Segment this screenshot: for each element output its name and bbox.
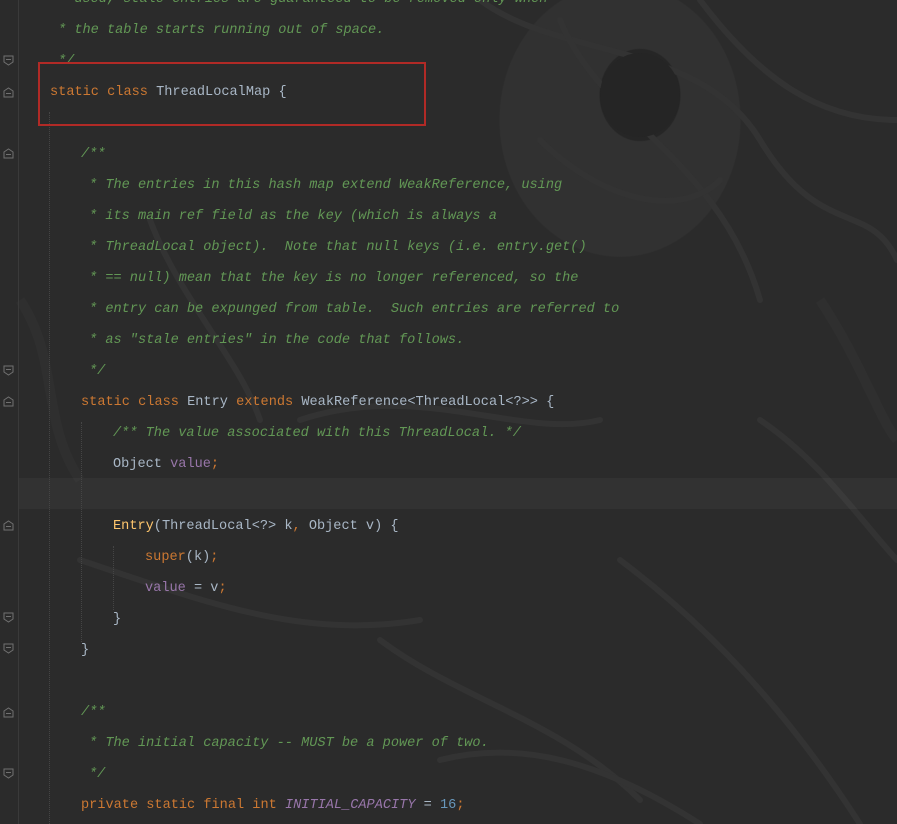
code-line-comment[interactable]: * its main ref field as the key (which i… bbox=[89, 208, 497, 226]
code-line-comment[interactable]: * == null) mean that the key is no longe… bbox=[89, 270, 578, 288]
type-name[interactable]: Object bbox=[113, 457, 162, 472]
code-line-comment[interactable]: * used, stale entries are guaranteed to … bbox=[58, 0, 547, 9]
brace: { bbox=[546, 395, 555, 410]
fold-marker-open-icon[interactable] bbox=[3, 87, 14, 98]
code-line-comment[interactable]: * ThreadLocal object). Note that null ke… bbox=[89, 239, 587, 257]
editor-gutter[interactable] bbox=[0, 0, 19, 824]
fold-marker-close-icon[interactable] bbox=[3, 365, 14, 376]
code-line-constructor[interactable]: Entry(ThreadLocal<?> k, Object v) { bbox=[113, 518, 399, 536]
fold-marker-open-icon[interactable] bbox=[3, 520, 14, 531]
code-line-comment[interactable]: */ bbox=[89, 363, 105, 381]
semicolon: ; bbox=[210, 457, 220, 472]
code-line-comment[interactable]: /** bbox=[81, 704, 105, 722]
fold-marker-close-icon[interactable] bbox=[3, 768, 14, 779]
keyword-super: super bbox=[145, 550, 186, 565]
code-line-comment[interactable]: * The entries in this hash map extend We… bbox=[89, 177, 562, 195]
class-name[interactable]: Entry bbox=[187, 395, 228, 410]
equals-sign: = bbox=[415, 798, 440, 813]
param-list[interactable]: Object v) { bbox=[301, 519, 399, 534]
modifiers: private static final int bbox=[81, 798, 277, 813]
number-literal[interactable]: 16 bbox=[440, 798, 456, 813]
keyword-extends: extends bbox=[236, 395, 294, 410]
code-line-comment[interactable]: */ bbox=[89, 766, 105, 784]
fold-marker-close-icon[interactable] bbox=[3, 55, 14, 66]
fold-marker-open-icon[interactable] bbox=[3, 148, 14, 159]
keyword-static: static bbox=[81, 395, 130, 410]
code-line-comment[interactable]: * as "stale entries" in the code that fo… bbox=[89, 332, 464, 350]
field-name[interactable]: value bbox=[145, 581, 186, 596]
fold-marker-open-icon[interactable] bbox=[3, 396, 14, 407]
semicolon: ; bbox=[218, 581, 227, 596]
param-list[interactable]: (ThreadLocal<?> k bbox=[154, 519, 293, 534]
constructor-name[interactable]: Entry bbox=[113, 519, 154, 534]
code-line-field-declaration[interactable]: Object value; bbox=[113, 456, 219, 474]
superclass-name[interactable]: WeakReference<ThreadLocal<?>> bbox=[301, 395, 538, 410]
indent-guide bbox=[49, 112, 51, 824]
code-line-comment[interactable]: * The initial capacity -- MUST be a powe… bbox=[89, 735, 489, 753]
indent-guide bbox=[113, 546, 115, 610]
semicolon: ; bbox=[456, 798, 465, 813]
keyword-class: class bbox=[138, 395, 179, 410]
comma: , bbox=[292, 519, 301, 534]
fold-marker-close-icon[interactable] bbox=[3, 643, 14, 654]
field-name[interactable]: value bbox=[170, 457, 211, 472]
code-line-super-call[interactable]: super(k); bbox=[145, 549, 218, 567]
code-line-constant-declaration[interactable]: private static final int INITIAL_CAPACIT… bbox=[81, 797, 464, 815]
indent-guide bbox=[81, 422, 83, 642]
code-line-comment[interactable]: * entry can be expunged from table. Such… bbox=[89, 301, 619, 319]
code-line-closing-brace[interactable]: } bbox=[81, 642, 89, 660]
constant-name[interactable]: INITIAL_CAPACITY bbox=[285, 798, 416, 813]
code-line-assignment[interactable]: value = v; bbox=[145, 580, 227, 598]
code-editor[interactable]: * used, stale entries are guaranteed to … bbox=[0, 0, 897, 824]
code-line-comment[interactable]: /** The value associated with this Threa… bbox=[113, 425, 521, 443]
semicolon: ; bbox=[210, 550, 219, 565]
current-line-highlight bbox=[19, 478, 897, 509]
annotation-highlight-box bbox=[38, 62, 426, 126]
code-line-comment[interactable]: /** bbox=[81, 146, 105, 164]
code-line-inner-class-declaration[interactable]: static class Entry extends WeakReference… bbox=[81, 394, 554, 412]
call-args[interactable]: (k) bbox=[186, 550, 210, 565]
fold-marker-close-icon[interactable] bbox=[3, 612, 14, 623]
code-line-closing-brace[interactable]: } bbox=[113, 611, 121, 629]
assignment-expression[interactable]: = v bbox=[186, 581, 218, 596]
code-line-comment[interactable]: * the table starts running out of space. bbox=[58, 22, 384, 40]
fold-marker-open-icon[interactable] bbox=[3, 707, 14, 718]
